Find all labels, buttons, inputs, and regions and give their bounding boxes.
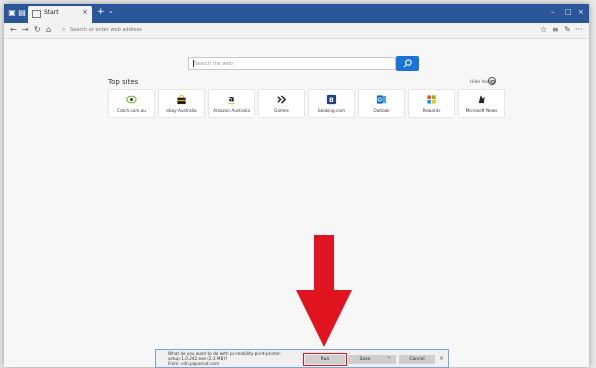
web-search-box — [188, 57, 396, 70]
run-button[interactable]: Run — [303, 353, 347, 366]
amazon-icon: a — [228, 94, 235, 105]
top-sites-heading: Top sites — [108, 78, 139, 86]
refresh-button[interactable]: ↻ — [34, 25, 41, 35]
forward-button[interactable]: → — [22, 25, 29, 35]
tile-label: booking.com — [318, 108, 345, 113]
page-icon — [32, 10, 41, 18]
search-input[interactable] — [189, 58, 394, 69]
top-site-tile-news[interactable]: Microsoft News — [459, 90, 504, 117]
rewards-icon — [427, 95, 436, 104]
svg-text:a: a — [229, 94, 235, 103]
browser-window: ▣ ▤ Start × + ⌄ – □ × ← → ↻ ⌂ ⌕ ☆ ≡ ✎ ··… — [4, 4, 589, 367]
tile-label: Catch.com.au — [117, 108, 146, 113]
download-source: From: cdn.papercut.com — [168, 361, 220, 366]
close-icon[interactable]: × — [439, 355, 444, 362]
tab-title: Start — [44, 9, 59, 16]
save-button[interactable]: Save — [348, 355, 382, 364]
address-bar: ← → ↻ ⌂ ⌕ ☆ ≡ ✎ ··· — [4, 23, 589, 39]
search-icon: ⌕ — [62, 26, 66, 33]
download-prompt-bar: What do you want to do with pc-mobility-… — [155, 349, 449, 368]
reading-list-icon[interactable]: ≡ — [552, 25, 559, 34]
red-arrow-down-icon — [296, 235, 352, 347]
chevron-down-icon[interactable]: ⌄ — [108, 7, 114, 15]
tile-label: Amazon Australia — [213, 108, 250, 113]
address-input[interactable] — [70, 25, 370, 35]
more-icon[interactable]: ··· — [575, 25, 583, 34]
cancel-button[interactable]: Cancel — [399, 355, 435, 364]
top-site-tile-ebay[interactable]: ebay Australia — [159, 90, 204, 117]
tab-preview-icon[interactable]: ▤ — [17, 8, 27, 18]
ebay-bag-icon — [177, 94, 186, 105]
top-site-tile-outlook[interactable]: Outlook — [359, 90, 404, 117]
title-bar: ▣ ▤ Start × + ⌄ – □ × — [4, 4, 589, 23]
news-icon — [478, 95, 485, 104]
notes-icon[interactable]: ✎ — [564, 25, 571, 34]
tile-label: Rewards — [422, 108, 441, 113]
top-site-tile-catch[interactable]: Catch.com.au — [109, 90, 154, 117]
maximize-button[interactable]: □ — [565, 8, 572, 16]
minimize-button[interactable]: – — [551, 8, 555, 16]
new-tab-button[interactable]: + — [97, 7, 105, 17]
search-icon — [403, 59, 412, 68]
top-site-tile-amazon[interactable]: a Amazon Australia — [209, 90, 254, 117]
close-tab-icon[interactable]: × — [82, 8, 88, 16]
catch-icon — [126, 95, 137, 104]
download-message: What do you want to do with pc-mobility-… — [168, 351, 303, 366]
top-site-tile-rewards[interactable]: Rewards — [409, 90, 454, 117]
tile-label: Games — [274, 108, 289, 113]
tile-label: ebay Australia — [166, 108, 197, 113]
svg-text:B: B — [329, 96, 334, 104]
tab-actions-icon[interactable]: ▣ — [7, 8, 17, 18]
close-window-button[interactable]: × — [578, 8, 584, 16]
gear-icon[interactable] — [488, 77, 496, 85]
booking-icon: B — [326, 94, 337, 105]
tab-start[interactable]: Start × — [28, 6, 92, 23]
favorites-icon[interactable]: ☆ — [540, 25, 547, 34]
top-site-tile-booking[interactable]: B booking.com — [309, 90, 354, 117]
top-site-tile-games[interactable]: Games — [259, 90, 304, 117]
tile-label: Microsoft News — [465, 108, 498, 113]
back-button[interactable]: ← — [10, 25, 17, 35]
save-options-chevron-icon[interactable]: ^ — [382, 355, 396, 364]
games-icon — [277, 95, 287, 104]
home-button[interactable]: ⌂ — [46, 25, 51, 35]
search-button[interactable] — [396, 56, 419, 71]
outlook-icon — [376, 95, 387, 104]
tile-label: Outlook — [373, 108, 390, 113]
